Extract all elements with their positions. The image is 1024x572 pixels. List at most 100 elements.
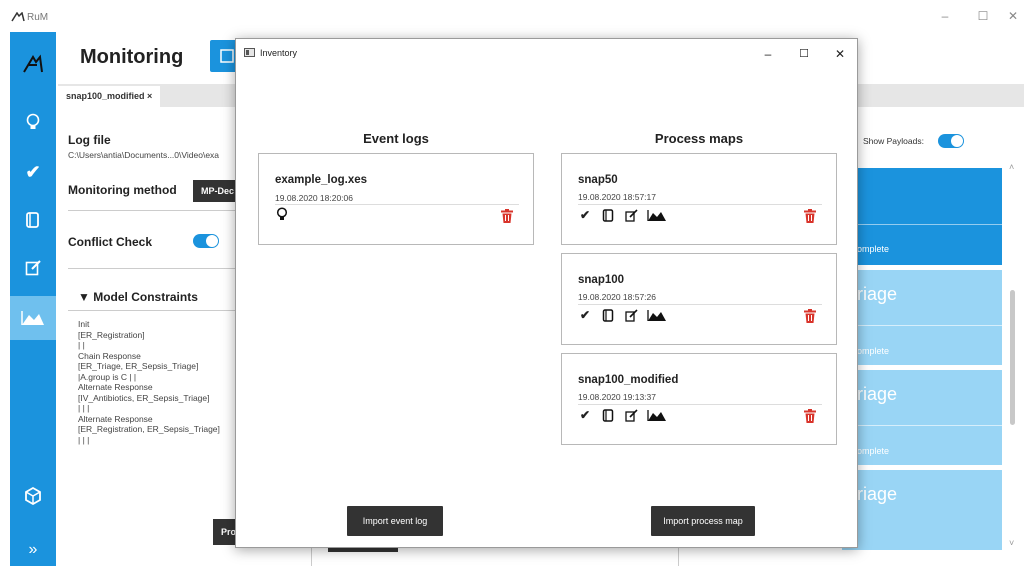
constraint-line: [ER_Registration, ER_Sepsis_Triage] xyxy=(78,424,220,434)
window-icon xyxy=(244,48,255,57)
import-process-map-button[interactable]: Import process map xyxy=(651,506,755,536)
constraint-line: [IV_Antibiotics, ER_Sepsis_Triage] xyxy=(78,392,210,403)
event-log-card[interactable]: example_log.xes 19.08.2020 18:20:06 xyxy=(258,153,534,245)
copy-icon xyxy=(26,212,39,228)
dialog-titlebar: Inventory – ☐ ✕ xyxy=(236,39,857,67)
monitoring-method-select[interactable]: MP-Dec xyxy=(193,180,235,202)
check-icon: ✔ xyxy=(25,161,41,182)
copy-icon[interactable] xyxy=(601,408,615,422)
constraint-line: Alternate Response xyxy=(78,413,153,424)
process-maps-title: Process maps xyxy=(654,131,744,146)
sidebar-item-ideas[interactable] xyxy=(10,100,56,144)
tab-snap100-modified[interactable]: snap100_modified × xyxy=(58,86,161,107)
scrollbar-thumb[interactable] xyxy=(1010,290,1015,425)
log-file-label: Log file xyxy=(68,133,111,147)
process-map-name: snap100_modified xyxy=(578,374,679,386)
rum-logo-icon xyxy=(11,11,25,22)
constraint-line: | | | xyxy=(78,434,90,445)
trace-status: omplete xyxy=(857,244,890,254)
trace-card[interactable]: riage omplete xyxy=(842,270,1002,365)
process-map-actions: ✔ xyxy=(578,208,667,222)
scroll-up-icon[interactable]: ˄ xyxy=(1009,162,1014,172)
trace-card[interactable]: riage omplete xyxy=(842,370,1002,465)
process-map-card[interactable]: snap50 19.08.2020 18:57:17 ✔ xyxy=(561,153,837,245)
copy-icon[interactable] xyxy=(601,308,615,322)
constraint-line: [ER_Registration] xyxy=(78,329,145,340)
dialog-close-button[interactable]: ✕ xyxy=(830,46,850,62)
conflict-check-toggle[interactable] xyxy=(193,234,219,248)
trace-card[interactable]: omplete xyxy=(842,168,1002,265)
constraint-line: Alternate Response xyxy=(78,382,153,392)
process-map-card[interactable]: snap100 19.08.2020 18:57:26 ✔ xyxy=(561,253,837,345)
cube-icon xyxy=(25,487,41,505)
area-chart-icon xyxy=(21,311,44,325)
divider xyxy=(842,325,1002,326)
close-button[interactable]: ✕ xyxy=(1002,6,1024,26)
conflict-check-label: Conflict Check xyxy=(68,235,153,249)
sidebar-item-home[interactable] xyxy=(10,42,56,86)
delete-icon[interactable] xyxy=(804,209,816,223)
divider xyxy=(578,304,822,305)
process-map-card[interactable]: snap100_modified 19.08.2020 19:13:37 ✔ xyxy=(561,353,837,445)
edit-icon[interactable] xyxy=(624,408,638,422)
check-icon[interactable]: ✔ xyxy=(578,208,592,222)
sidebar: ✔ » xyxy=(10,32,56,566)
inventory-dialog: Inventory – ☐ ✕ Event logs Process maps … xyxy=(235,38,858,548)
divider xyxy=(68,310,235,311)
edit-icon[interactable] xyxy=(624,308,638,322)
sidebar-item-edit[interactable] xyxy=(10,245,56,289)
edit-icon[interactable] xyxy=(624,208,638,222)
sidebar-item-cube[interactable] xyxy=(10,474,56,518)
sidebar-item-copy[interactable] xyxy=(10,198,56,242)
trace-title: riage xyxy=(857,484,898,504)
check-icon[interactable]: ✔ xyxy=(578,408,592,422)
show-payloads-toggle[interactable] xyxy=(938,134,964,148)
divider xyxy=(578,204,822,205)
trace-card[interactable]: riage xyxy=(842,470,1002,550)
dialog-title: Inventory xyxy=(260,48,298,58)
window-titlebar xyxy=(0,0,1024,32)
model-constraints-toggle[interactable]: ▼ Model Constraints xyxy=(78,290,198,304)
app-title-text: RuM xyxy=(27,12,49,23)
divider xyxy=(311,548,312,566)
pro-button[interactable]: Pro xyxy=(213,519,235,545)
dialog-minimize-button[interactable]: – xyxy=(758,46,778,62)
process-map-name: snap100 xyxy=(578,274,625,286)
edit-icon xyxy=(25,259,41,275)
trace-status: omplete xyxy=(857,446,890,456)
divider xyxy=(578,404,822,405)
sidebar-item-monitoring[interactable] xyxy=(10,296,56,340)
show-payloads-label: Show Payloads: xyxy=(863,136,924,146)
dialog-maximize-button[interactable]: ☐ xyxy=(794,46,814,62)
maximize-button[interactable]: ☐ xyxy=(972,6,994,26)
constraint-line: Init xyxy=(78,319,90,329)
check-icon[interactable]: ✔ xyxy=(578,308,592,322)
area-chart-icon[interactable] xyxy=(647,408,667,422)
toolbar-strip xyxy=(328,548,398,552)
divider xyxy=(678,548,679,566)
import-event-log-button[interactable]: Import event log xyxy=(347,506,443,536)
scroll-down-icon[interactable]: ˅ xyxy=(1009,538,1014,548)
divider xyxy=(68,210,235,211)
trace-status: omplete xyxy=(857,346,890,356)
constraint-line: [ER_Triage, ER_Sepsis_Triage] xyxy=(78,361,199,371)
trace-title: riage xyxy=(857,384,898,404)
lightbulb-icon[interactable] xyxy=(275,207,289,221)
file-icon xyxy=(220,49,234,63)
area-chart-icon[interactable] xyxy=(647,308,667,322)
divider xyxy=(842,425,1002,426)
divider xyxy=(842,224,1002,225)
copy-icon[interactable] xyxy=(601,208,615,222)
event-log-name: example_log.xes xyxy=(275,174,368,186)
delete-icon[interactable] xyxy=(804,409,816,423)
minimize-button[interactable]: – xyxy=(934,6,956,26)
process-map-date: 19.08.2020 18:57:17 xyxy=(578,192,656,202)
constraint-line: Chain Response xyxy=(78,350,141,361)
sidebar-item-expand[interactable]: » xyxy=(10,528,56,572)
process-map-date: 19.08.2020 19:13:37 xyxy=(578,392,656,402)
trace-title: riage xyxy=(857,284,898,304)
area-chart-icon[interactable] xyxy=(647,208,667,222)
delete-icon[interactable] xyxy=(501,209,513,223)
sidebar-item-check[interactable]: ✔ xyxy=(10,150,56,194)
delete-icon[interactable] xyxy=(804,309,816,323)
